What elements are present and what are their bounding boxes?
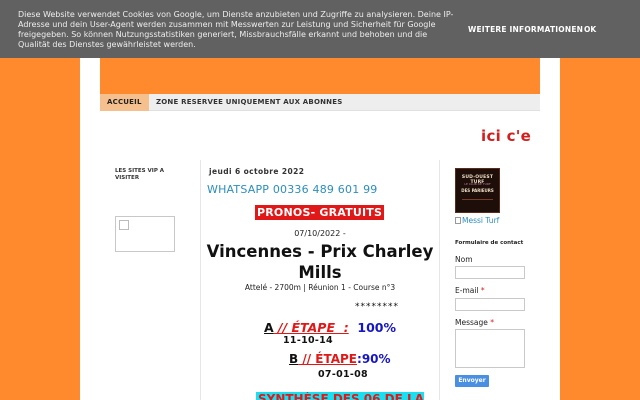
etape-a-line: A // ÉTAPE : 100% — [264, 320, 396, 335]
send-button[interactable]: Envoyer — [455, 375, 489, 387]
message-field[interactable] — [455, 329, 525, 368]
message-label-text: Message — [455, 318, 488, 327]
logo-divider — [462, 199, 493, 200]
broken-image[interactable] — [115, 216, 175, 252]
tab-accueil[interactable]: ACCUEIL — [100, 94, 149, 111]
stars-rating: ******** — [355, 302, 399, 312]
email-label: E-mail * — [455, 286, 485, 295]
name-label-text: Nom — [455, 255, 473, 264]
logo-line-3: DES PARIEURS — [461, 188, 494, 193]
etape-b-percent: :90% — [357, 352, 391, 366]
email-required-mark: * — [480, 286, 485, 295]
etape-a-letter: A — [264, 320, 274, 335]
name-label: Nom — [455, 255, 473, 264]
logo-line-2: LE CLUB DE TURF — [464, 182, 491, 186]
messi-turf-alt: Messi Turf — [462, 216, 500, 225]
header-banner — [100, 58, 540, 94]
more-info-link[interactable]: WEITERE INFORMATIONEN — [468, 25, 583, 35]
email-label-text: E-mail — [455, 286, 479, 295]
tab-zone-reservee[interactable]: ZONE RESERVEE UNIQUEMENT AUX ABONNES — [149, 94, 349, 111]
cookie-text: Diese Website verwendet Cookies von Goog… — [18, 10, 454, 49]
marquee-text: ici c'e — [481, 127, 532, 145]
etape-a-percent: 100% — [348, 320, 397, 335]
etape-b-letter: B — [289, 352, 299, 366]
post-reference: 07/10/2022 - — [294, 229, 346, 238]
email-field[interactable] — [455, 298, 525, 311]
etape-a-label: // ÉTAPE : — [273, 320, 349, 335]
race-info: Attelé - 2700m | Réunion 1 - Course n°3 — [244, 283, 396, 292]
etape-b-label: // ÉTAPE — [298, 352, 358, 366]
post-date: jeudi 6 octobre 2022 — [209, 167, 305, 176]
message-label: Message * — [455, 318, 494, 327]
etape-a-numbers: 11-10-14 — [283, 335, 333, 346]
whatsapp-line: WHATSAPP 00336 489 601 99 — [207, 183, 378, 196]
vip-sites-title: LES SITES VIP A VISITER — [115, 168, 165, 181]
messi-turf-image[interactable]: Messi Turf — [455, 216, 499, 225]
sud-ouest-turf-logo[interactable]: SUD-OUEST TURF LE CLUB DE TURF DES PARIE… — [455, 168, 500, 213]
name-field[interactable] — [455, 266, 525, 279]
message-required-mark: * — [490, 318, 495, 327]
nav-tabs: ACCUEIL ZONE RESERVEE UNIQUEMENT AUX ABO… — [100, 94, 540, 111]
etape-b-numbers: 07-01-08 — [318, 369, 368, 380]
pronos-badge: PRONOS- GRATUITS — [255, 205, 385, 220]
cookie-bar: Diese Website verwendet Cookies von Goog… — [0, 0, 640, 58]
etape-b-line: B // ÉTAPE:90% — [289, 352, 391, 366]
ok-button[interactable]: OK — [584, 25, 596, 35]
contact-form-title: Formulaire de contact — [455, 240, 524, 246]
broken-image-icon — [455, 217, 461, 224]
race-title: Vincennes - Prix Charley Mills — [206, 242, 434, 282]
synthese-heading: SYNTHÈSE DES 06 DE LA — [256, 392, 424, 400]
